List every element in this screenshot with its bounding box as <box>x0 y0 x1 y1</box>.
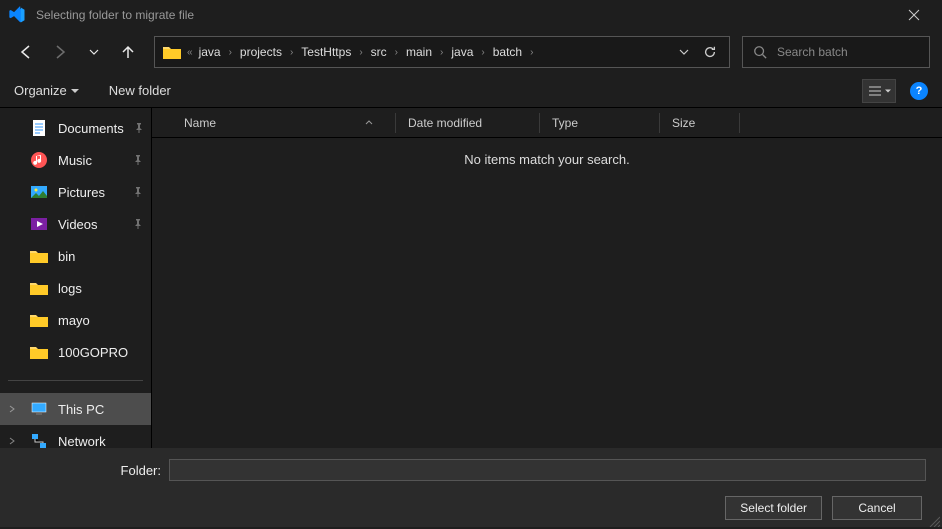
sidebar-item[interactable]: logs <box>0 272 151 304</box>
search-input[interactable] <box>777 45 932 59</box>
main-area: Documents Music Pictures Videos bin logs mayo 1… <box>0 108 942 448</box>
vscode-icon <box>8 6 36 24</box>
up-button[interactable] <box>114 38 142 66</box>
folder-icon <box>30 311 48 329</box>
sidebar-item[interactable]: Music <box>0 144 151 176</box>
sidebar-item-network[interactable]: Network <box>0 425 151 448</box>
pc-icon <box>30 400 48 418</box>
sidebar-item-label: 100GOPRO <box>58 345 128 360</box>
sidebar-item[interactable]: Documents <box>0 112 151 144</box>
empty-message: No items match your search. <box>152 138 942 167</box>
chevron-right-icon: › <box>290 47 293 58</box>
sidebar-item-label: Music <box>58 153 92 168</box>
organize-label: Organize <box>14 83 67 98</box>
folder-field-label: Folder: <box>16 463 161 478</box>
refresh-button[interactable] <box>703 45 717 59</box>
sidebar-divider <box>8 380 143 381</box>
breadcrumb-segment[interactable]: main <box>406 45 432 59</box>
sidebar-item-label: Documents <box>58 121 124 136</box>
select-folder-button[interactable]: Select folder <box>725 496 822 520</box>
pin-icon <box>133 187 143 197</box>
network-icon <box>30 432 48 448</box>
sidebar-item-label: bin <box>58 249 75 264</box>
sidebar-item[interactable]: mayo <box>0 304 151 336</box>
view-options-button[interactable] <box>862 79 896 103</box>
help-button[interactable]: ? <box>910 82 928 100</box>
pin-icon <box>133 155 143 165</box>
forward-button[interactable] <box>46 38 74 66</box>
title-bar: Selecting folder to migrate file <box>0 0 942 30</box>
column-date-label: Date modified <box>408 116 482 130</box>
window-title: Selecting folder to migrate file <box>36 8 894 22</box>
chevron-right-icon: › <box>359 47 362 58</box>
doc-icon <box>30 119 48 137</box>
videos-icon <box>30 215 48 233</box>
folder-icon <box>30 247 48 265</box>
column-name[interactable]: Name <box>152 113 396 133</box>
chevron-right-icon: › <box>530 47 533 58</box>
pin-icon <box>133 219 143 229</box>
column-name-label: Name <box>184 116 216 130</box>
column-size-label: Size <box>672 116 695 130</box>
dialog-footer: Folder: Select folder Cancel <box>0 448 942 527</box>
chevron-right-icon: › <box>229 47 232 58</box>
new-folder-button[interactable]: New folder <box>109 83 171 98</box>
navigation-bar: « java › projects › TestHttps › src › main › java ›… <box>0 30 942 74</box>
toolbar: Organize New folder ? <box>0 74 942 108</box>
back-button[interactable] <box>12 38 40 66</box>
music-icon <box>30 151 48 169</box>
close-button[interactable] <box>894 0 934 30</box>
breadcrumb-segment[interactable]: projects <box>240 45 282 59</box>
sidebar-item[interactable]: bin <box>0 240 151 272</box>
cancel-button[interactable]: Cancel <box>832 496 922 520</box>
column-size[interactable]: Size <box>660 113 740 133</box>
address-bar[interactable]: « java › projects › TestHttps › src › main › java ›… <box>154 36 730 68</box>
sidebar-item-label: Pictures <box>58 185 105 200</box>
chevron-right-icon[interactable] <box>8 405 16 413</box>
address-dropdown[interactable] <box>679 47 689 57</box>
sidebar: Documents Music Pictures Videos bin logs mayo 1… <box>0 108 152 448</box>
folder-icon <box>30 343 48 361</box>
chevron-right-icon[interactable] <box>8 437 16 445</box>
sort-ascending-icon <box>365 119 383 127</box>
sidebar-item-label: Videos <box>58 217 98 232</box>
sidebar-item-thispc[interactable]: This PC <box>0 393 151 425</box>
sidebar-item[interactable]: Videos <box>0 208 151 240</box>
organize-button[interactable]: Organize <box>14 83 79 98</box>
sidebar-item-label: Network <box>58 434 106 449</box>
folder-name-input[interactable] <box>169 459 926 481</box>
breadcrumb-segment[interactable]: batch <box>493 45 522 59</box>
breadcrumb-overflow-icon[interactable]: « <box>187 47 193 58</box>
chevron-down-icon <box>71 87 79 95</box>
sidebar-item[interactable]: 100GOPRO <box>0 336 151 368</box>
folder-icon <box>30 279 48 297</box>
breadcrumb-segment[interactable]: TestHttps <box>301 45 351 59</box>
search-icon <box>753 45 767 59</box>
sidebar-item[interactable]: Pictures <box>0 176 151 208</box>
column-type[interactable]: Type <box>540 113 660 133</box>
breadcrumb-segment[interactable]: java <box>451 45 473 59</box>
resize-grip-icon[interactable] <box>928 515 940 527</box>
chevron-right-icon: › <box>440 47 443 58</box>
new-folder-label: New folder <box>109 83 171 98</box>
folder-icon <box>163 45 181 59</box>
breadcrumb-trail: java › projects › TestHttps › src › main › java › ba… <box>199 45 673 59</box>
pictures-icon <box>30 183 48 201</box>
chevron-right-icon: › <box>395 47 398 58</box>
breadcrumb-segment[interactable]: src <box>371 45 387 59</box>
pin-icon <box>134 123 144 133</box>
column-date[interactable]: Date modified <box>396 113 540 133</box>
column-headers: Name Date modified Type Size <box>152 108 942 138</box>
sidebar-item-label: logs <box>58 281 82 296</box>
recent-dropdown[interactable] <box>80 38 108 66</box>
content-pane: Name Date modified Type Size No items ma… <box>152 108 942 448</box>
column-type-label: Type <box>552 116 578 130</box>
chevron-right-icon: › <box>481 47 484 58</box>
sidebar-item-label: This PC <box>58 402 104 417</box>
breadcrumb-segment[interactable]: java <box>199 45 221 59</box>
search-box[interactable] <box>742 36 930 68</box>
sidebar-item-label: mayo <box>58 313 90 328</box>
